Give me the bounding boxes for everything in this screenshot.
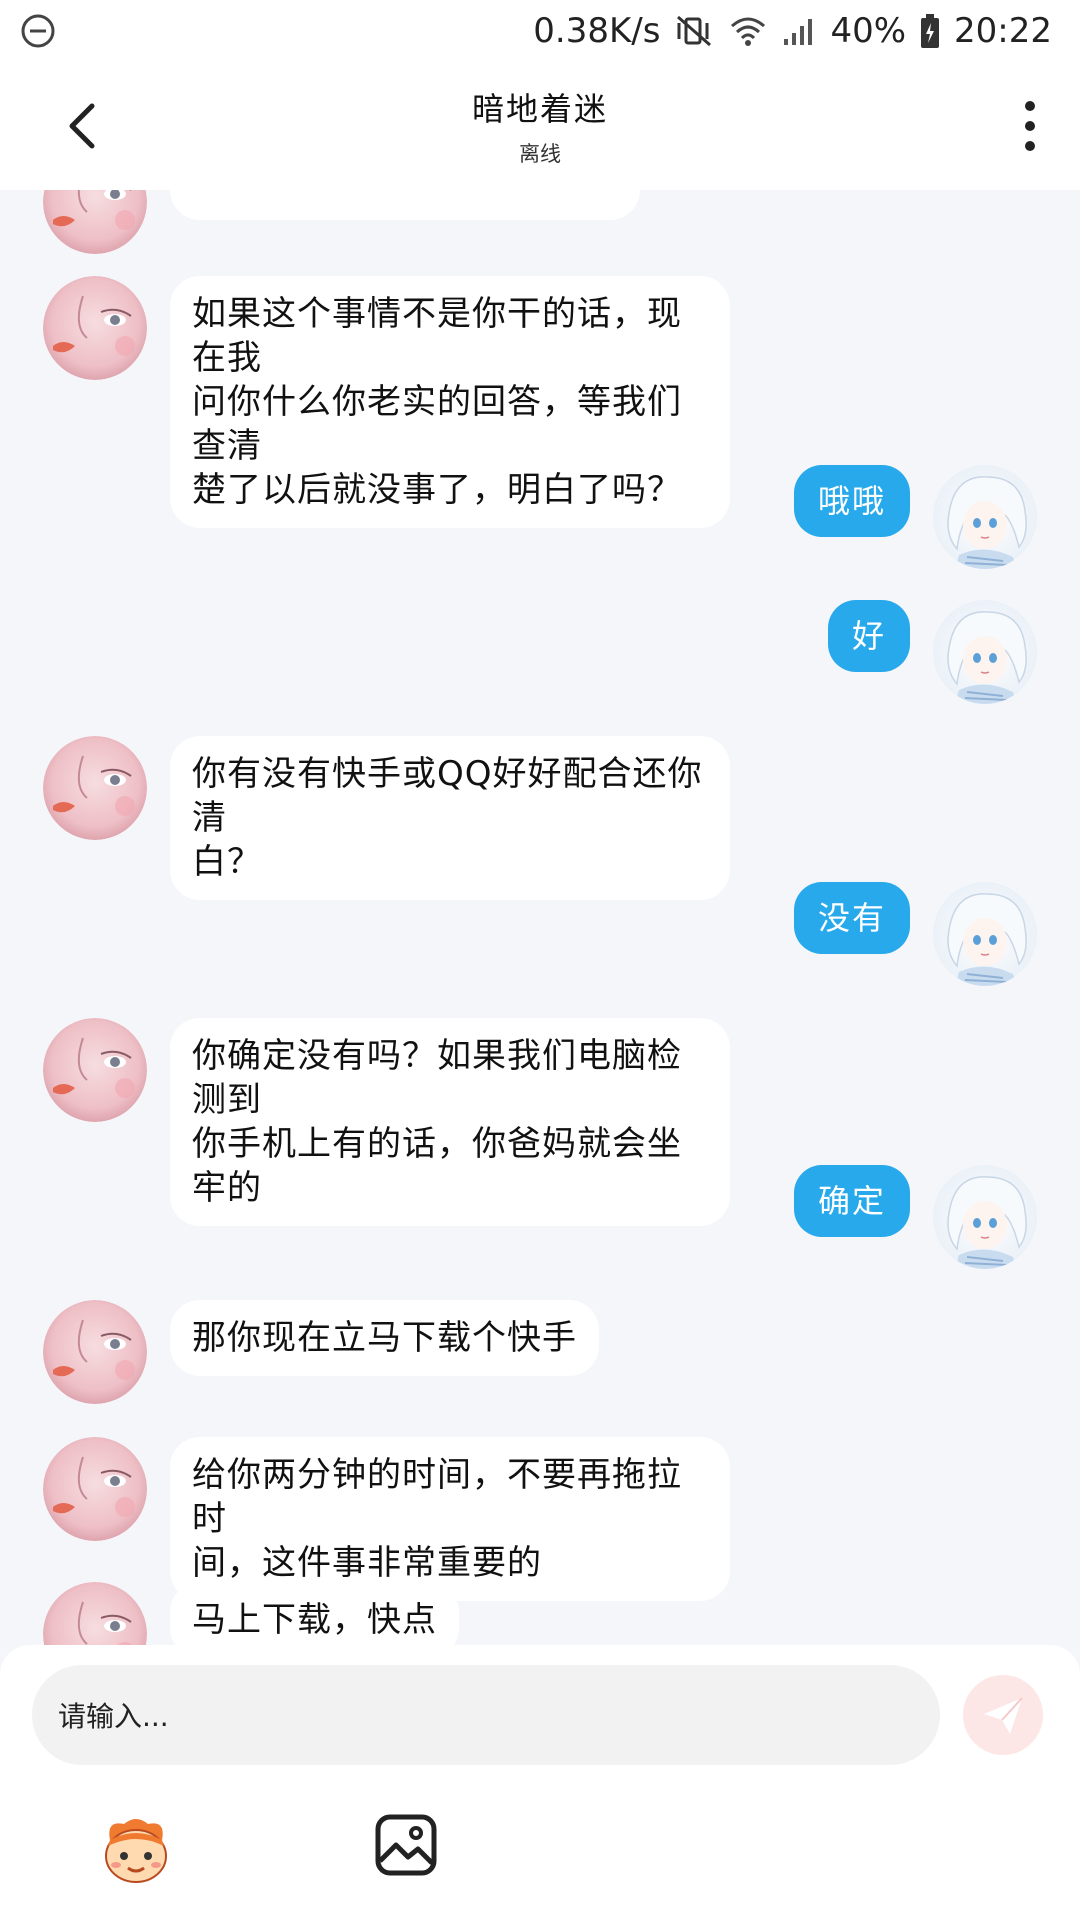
wifi-icon xyxy=(731,17,766,46)
message-text-line: 你有没有快手或QQ好好配合还你清 xyxy=(192,754,703,838)
message-text-line: 问你什么你老实的回答，等我们查清 xyxy=(192,382,682,466)
message-bubble-left: 那你现在立马下载个快手 xyxy=(170,1300,599,1376)
contact-avatar[interactable] xyxy=(43,1018,147,1122)
net-speed: 0.38K/s xyxy=(533,11,661,51)
my-avatar[interactable] xyxy=(933,600,1037,704)
my-avatar[interactable] xyxy=(933,465,1037,569)
contact-avatar[interactable] xyxy=(43,1300,147,1404)
message-bubble-left: 你确定没有吗？如果我们电脑检测到 你手机上有的话，你爸妈就会坐牢的 xyxy=(170,1018,730,1226)
dnd-icon xyxy=(21,14,55,48)
message-text-line: 给你两分钟的时间，不要再拖拉时 xyxy=(192,1455,682,1539)
status-bar: 0.38K/s 40% 20:22 xyxy=(0,0,1080,62)
contact-avatar[interactable] xyxy=(43,190,147,254)
message-bubble-right: 确定 xyxy=(793,1165,910,1237)
my-avatar[interactable] xyxy=(933,1165,1037,1269)
message-text-line: 间，这件事非常重要的 xyxy=(192,1543,542,1583)
online-status: 离线 xyxy=(519,142,561,166)
my-avatar[interactable] xyxy=(933,882,1037,986)
contact-avatar[interactable] xyxy=(43,1437,147,1541)
mute-vibrate-icon xyxy=(677,15,712,47)
message-text-line: 如果这个事情不是你干的话，现在我 xyxy=(192,294,682,378)
image-icon[interactable] xyxy=(374,1813,438,1877)
message-bubble-left: 马上下载，快点 xyxy=(170,1582,459,1645)
message-bubble-right: 好 xyxy=(827,600,910,672)
message-text-line: 白？ xyxy=(192,842,262,882)
chat-header: 暗地着迷 离线 xyxy=(0,62,1080,190)
message-bubble-left: 你有没有快手或QQ好好配合还你清 白？ xyxy=(170,736,730,900)
chat-title: 暗地着迷 xyxy=(471,90,608,128)
message-input[interactable]: 请输入... xyxy=(32,1665,940,1765)
more-vertical-icon[interactable] xyxy=(1018,98,1042,154)
contact-avatar[interactable] xyxy=(43,276,147,380)
message-bubble-left: 如果这个事情不是你干的话，现在我 问你什么你老实的回答，等我们查清 楚了以后就没… xyxy=(170,276,730,528)
battery-icon xyxy=(921,14,940,48)
contact-avatar[interactable] xyxy=(43,1582,147,1645)
message-bubble-right: 哦哦 xyxy=(793,465,910,537)
message-bubble-left: 给你两分钟的时间，不要再拖拉时 间，这件事非常重要的 xyxy=(170,1437,730,1601)
message-bubble-left xyxy=(170,190,640,220)
clock: 20:22 xyxy=(954,11,1052,51)
message-bubble-right: 没有 xyxy=(793,882,910,954)
emoji-face-icon[interactable] xyxy=(96,1810,176,1890)
composer: 请输入... xyxy=(0,1645,1080,1920)
send-button[interactable] xyxy=(963,1675,1043,1755)
battery-percent: 40% xyxy=(830,11,907,51)
input-placeholder: 请输入... xyxy=(58,1700,169,1733)
message-text-line: 你确定没有吗？如果我们电脑检测到 xyxy=(192,1036,682,1120)
message-text-line: 楚了以后就没事了，明白了吗？ xyxy=(192,470,682,510)
contact-avatar[interactable] xyxy=(43,736,147,840)
message-text-line: 你手机上有的话，你爸妈就会坐牢的 xyxy=(192,1124,682,1208)
send-paper-plane-icon xyxy=(984,1697,1023,1734)
signal-icon xyxy=(784,19,813,45)
message-list[interactable]: 如果这个事情不是你干的话，现在我 问你什么你老实的回答，等我们查清 楚了以后就没… xyxy=(0,190,1080,1645)
